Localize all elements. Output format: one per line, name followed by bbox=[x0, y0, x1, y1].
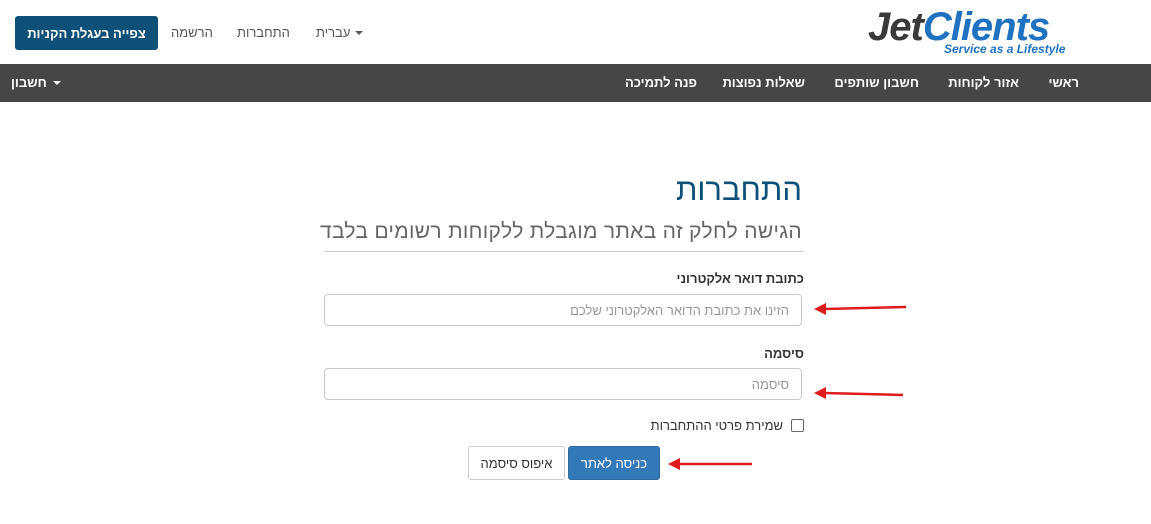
remember-label: שמירת פרטי ההתחברות bbox=[650, 418, 783, 433]
nav-item-home[interactable]: ראשי bbox=[1049, 75, 1080, 90]
language-label: עברית bbox=[316, 25, 351, 40]
remember-me[interactable]: שמירת פרטי ההתחברות bbox=[651, 418, 804, 433]
view-cart-button[interactable]: צפייה בעגלת הקניות bbox=[15, 16, 158, 50]
top-header: צפייה בעגלת הקניות הרשמה התחברות עברית J… bbox=[0, 0, 1151, 64]
annotation-arrow-icon bbox=[814, 303, 907, 315]
remember-checkbox[interactable] bbox=[791, 419, 804, 432]
reset-password-button[interactable]: איפוס סיסמה bbox=[468, 446, 565, 480]
nav-item-faq[interactable]: שאלות נפוצות bbox=[722, 75, 805, 90]
password-label: סיסמה bbox=[764, 346, 804, 361]
password-field[interactable] bbox=[324, 368, 802, 400]
register-link[interactable]: הרשמה bbox=[171, 25, 213, 40]
logo-text-part: Jet bbox=[868, 6, 925, 49]
divider bbox=[324, 251, 804, 252]
chevron-down-icon bbox=[355, 30, 364, 35]
nav-item-support[interactable]: פנה לתמיכה bbox=[625, 75, 697, 90]
email-label: כתובת דואר אלקטרוני bbox=[676, 271, 804, 286]
main-navbar: ראשי אזור לקוחות חשבון שותפים שאלות נפוצ… bbox=[0, 64, 1151, 102]
page-subtitle: הגישה לחלק זה באתר מוגבלת ללקוחות רשומים… bbox=[320, 220, 802, 243]
account-menu[interactable]: חשבון bbox=[11, 75, 61, 90]
chevron-down-icon bbox=[52, 80, 61, 85]
login-link[interactable]: התחברות bbox=[237, 25, 290, 40]
svg-text:Service as a Lifestyle: Service as a Lifestyle bbox=[944, 42, 1066, 56]
annotation-arrow-icon bbox=[668, 458, 752, 470]
login-button[interactable]: כניסה לאתר bbox=[568, 446, 660, 480]
annotation-arrow-icon bbox=[814, 387, 904, 399]
nav-item-affiliates[interactable]: חשבון שותפים bbox=[834, 75, 919, 90]
jetclients-logo[interactable]: JetClients Service as a Lifestyle bbox=[866, 6, 1128, 56]
email-field[interactable] bbox=[324, 294, 802, 326]
nav-item-client-area[interactable]: אזור לקוחות bbox=[948, 75, 1019, 90]
page-title: התחברות bbox=[675, 172, 802, 207]
language-selector[interactable]: עברית bbox=[316, 25, 364, 40]
account-label: חשבון bbox=[11, 75, 47, 90]
